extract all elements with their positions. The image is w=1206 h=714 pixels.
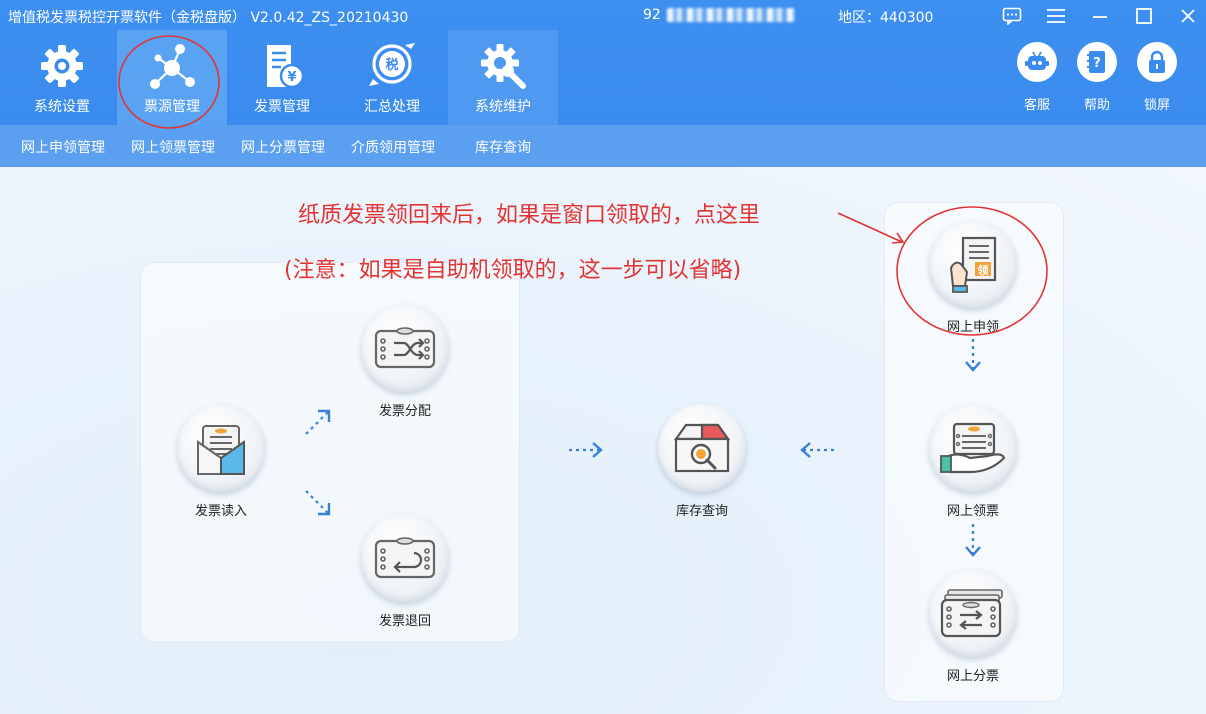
arrow-right-icon [569, 442, 603, 458]
menu-icon[interactable] [1043, 4, 1069, 28]
inventory-query-node[interactable]: 库存查询 [647, 404, 757, 519]
tool-label: 锁屏 [1143, 98, 1170, 113]
region-label: 地区：440300 [838, 10, 934, 26]
subnav-online-receive[interactable]: 网上领票管理 [131, 137, 215, 157]
node-label: 网上分票 [946, 669, 999, 684]
wrench-gear-icon [477, 40, 529, 92]
subnav-online-apply[interactable]: 网上申领管理 [21, 137, 105, 157]
annotation-instruction: 纸质发票领回来后，如果是窗口领取的，点这里 [298, 203, 761, 228]
gear-icon [36, 40, 88, 92]
node-label: 库存查询 [675, 504, 728, 519]
distribute-ticket-icon [361, 304, 449, 392]
arrow-up-right-icon [305, 409, 331, 435]
nav-system-settings[interactable]: 系统设置 [7, 30, 117, 125]
tool-label: 帮助 [1083, 98, 1110, 113]
arrow-down-icon [965, 524, 981, 557]
return-ticket-icon [361, 514, 449, 602]
subnav-online-split[interactable]: 网上分票管理 [241, 137, 325, 157]
svg-text:?: ? [1093, 56, 1101, 71]
maximize-icon[interactable] [1131, 4, 1157, 28]
online-split-node[interactable]: 网上分票 [918, 569, 1028, 684]
online-receive-node[interactable]: 网上领票 [918, 404, 1028, 519]
robot-icon [1017, 42, 1057, 82]
annotation-circle-online-apply [896, 206, 1048, 336]
annotation-circle-invoice-source [118, 35, 220, 129]
minimize-icon[interactable] [1087, 4, 1113, 28]
arrow-down-icon [965, 339, 981, 372]
flow-canvas: 发票读入 发票分配 发票退回 库存查询 领 网上申领 网上领票 网上分票 纸质发… [0, 167, 1206, 714]
annotation-note: (注意：如果是自助机领取的，这一步可以省略) [284, 258, 742, 283]
nav-label: 汇总处理 [364, 99, 420, 115]
arrow-down-right-icon [305, 490, 331, 516]
nav-summary-processing[interactable]: 税 汇总处理 [337, 30, 447, 125]
split-ticket-icon [929, 569, 1017, 657]
window-title: 增值税发票税控开票软件（金税盘版） V2.0.42_ZS_20210430 [8, 10, 409, 26]
svg-text:¥: ¥ [287, 70, 296, 85]
message-icon[interactable] [999, 4, 1025, 28]
invoice-return-node[interactable]: 发票退回 [350, 514, 460, 629]
account-id: 92 [643, 7, 795, 23]
invoice-read-node[interactable]: 发票读入 [166, 404, 276, 519]
tax-summary-icon: 税 [366, 40, 418, 92]
nav-label: 系统设置 [34, 99, 90, 115]
svg-text:税: 税 [385, 57, 398, 73]
nav-invoice-management[interactable]: ¥ 发票管理 [227, 30, 337, 125]
invoice-distribute-node[interactable]: 发票分配 [350, 304, 460, 419]
subnav-media-claim[interactable]: 介质领用管理 [351, 137, 435, 157]
inventory-box-icon [658, 404, 746, 492]
customer-service-button[interactable]: 客服 [1007, 42, 1067, 113]
nav-label: 发票管理 [254, 99, 310, 115]
nav-system-maintenance[interactable]: 系统维护 [448, 30, 558, 125]
close-icon[interactable] [1175, 4, 1201, 28]
node-label: 发票退回 [378, 614, 431, 629]
hand-receive-ticket-icon [929, 404, 1017, 492]
redacted-account [666, 8, 795, 22]
node-label: 发票读入 [194, 504, 247, 519]
lock-icon [1137, 42, 1177, 82]
sub-toolbar: 网上申领管理 网上领票管理 网上分票管理 介质领用管理 库存查询 [0, 125, 1206, 167]
help-book-icon: ? [1077, 42, 1117, 82]
lock-screen-button[interactable]: 锁屏 [1127, 42, 1187, 113]
node-label: 网上领票 [946, 504, 999, 519]
subnav-inventory-query[interactable]: 库存查询 [475, 137, 531, 157]
envelope-invoice-icon [177, 404, 265, 492]
invoice-icon: ¥ [256, 40, 308, 92]
node-label: 发票分配 [378, 404, 431, 419]
help-button[interactable]: ? 帮助 [1067, 42, 1127, 113]
account-prefix: 92 [643, 7, 661, 23]
tool-label: 客服 [1023, 98, 1050, 113]
arrow-left-icon [800, 442, 834, 458]
nav-label: 系统维护 [475, 99, 531, 115]
